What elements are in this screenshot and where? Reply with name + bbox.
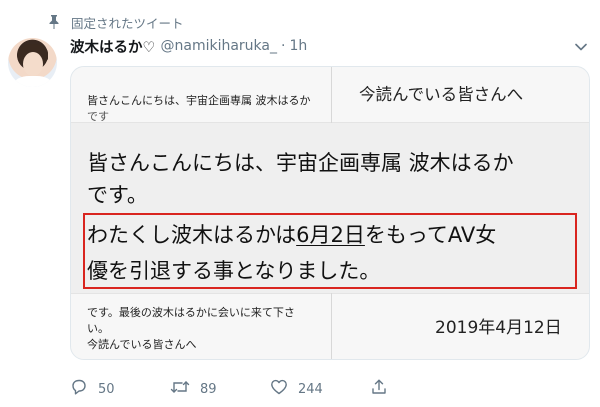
pinned-label: 固定されたツイート — [71, 15, 184, 31]
like-button[interactable]: 244 — [270, 378, 370, 400]
user-handle[interactable]: @namikiharuka_ — [161, 38, 278, 54]
retweet-count: 89 — [200, 381, 217, 397]
highlight-box — [83, 213, 577, 289]
retweet-icon — [170, 378, 190, 400]
image-top-left-text: 皆さんこんにちは、宇宙企画専属 波木はるか — [87, 94, 311, 107]
tweet-header: 波木はるか♡ @namikiharuka_ · 1h — [70, 36, 560, 56]
image-top-right-text: 今読んでいる皆さんへ — [359, 85, 524, 104]
image-bottom-left-text-3: 今読んでいる皆さんへ — [87, 338, 197, 351]
pinned-indicator: 固定されたツイート — [45, 12, 184, 32]
separator-dot: · — [281, 38, 286, 54]
tweet-time[interactable]: 1h — [289, 38, 307, 54]
image-top-left-text-2: です — [87, 110, 109, 123]
share-button[interactable] — [370, 378, 400, 400]
avatar[interactable] — [8, 38, 57, 87]
chevron-down-icon[interactable] — [572, 38, 590, 56]
heart-icon — [270, 378, 288, 400]
image-main-line-1: 皆さんこんにちは、宇宙企画専属 波木はるか — [87, 151, 514, 175]
reply-icon — [70, 378, 88, 400]
reply-button[interactable]: 50 — [70, 378, 170, 400]
like-count: 244 — [298, 381, 323, 397]
reply-count: 50 — [98, 381, 115, 397]
image-bottom-left-text-2: い。 — [87, 322, 109, 335]
tweet-image[interactable]: 皆さんこんにちは、宇宙企画専属 波木はるか です 今読んでいる皆さんへ 皆さんこ… — [70, 66, 590, 360]
retweet-button[interactable]: 89 — [170, 378, 270, 400]
image-date-text: 2019年4月12日 — [435, 318, 562, 338]
image-bottom-left-text-1: です。最後の波木はるかに会いに来て下さ — [87, 306, 295, 319]
share-icon — [370, 378, 388, 400]
image-main-line-2: です。 — [87, 183, 148, 207]
display-name[interactable]: 波木はるか♡ — [70, 36, 156, 57]
pin-icon — [45, 13, 63, 31]
tweet-actions: 50 89 244 — [70, 378, 450, 400]
